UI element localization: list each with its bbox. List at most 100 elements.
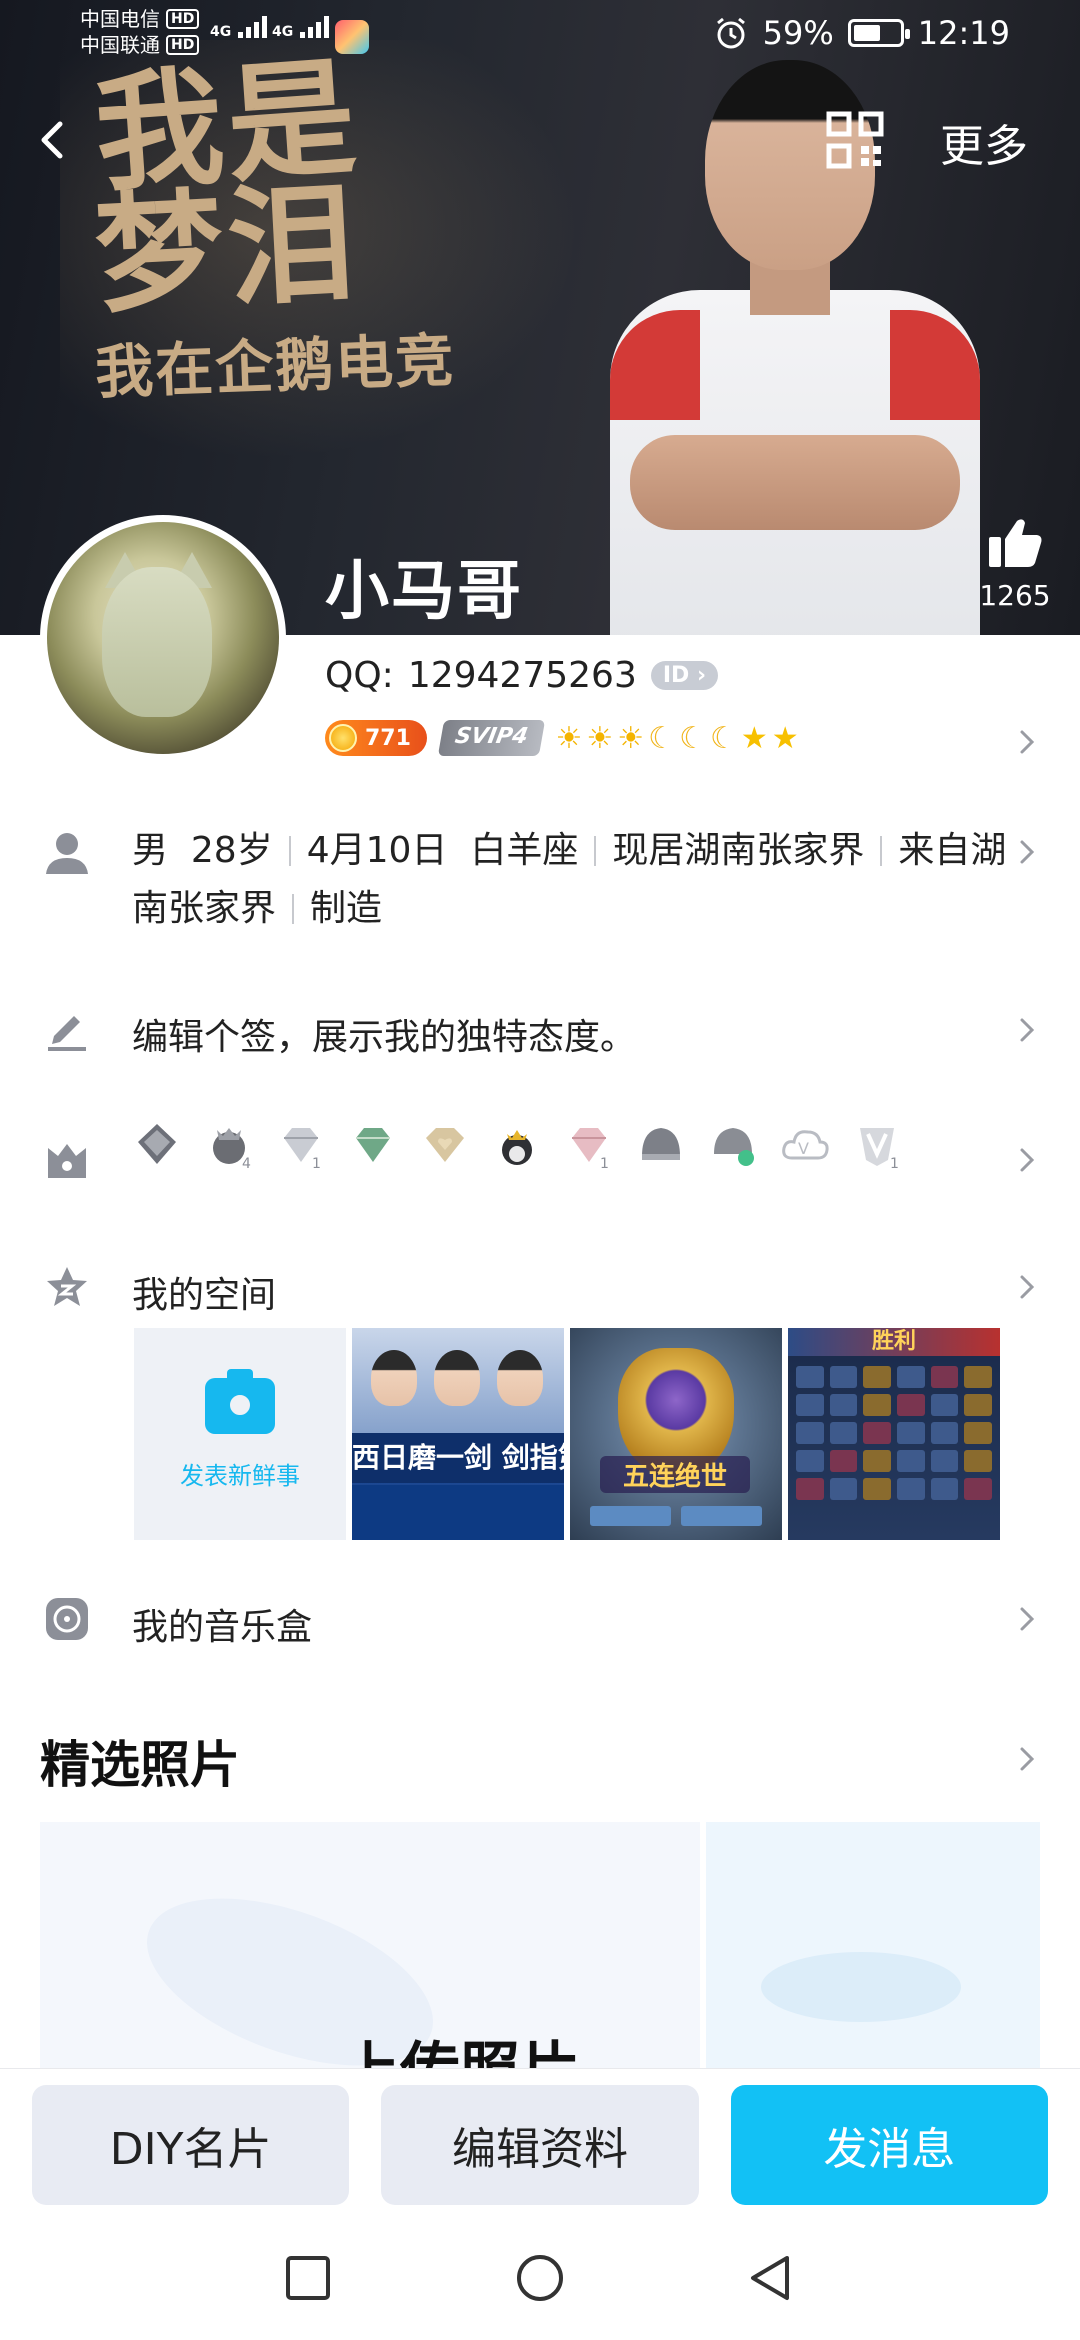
- music-disc-icon: [44, 1596, 90, 1642]
- thumbs-up-icon: [989, 519, 1042, 567]
- chevron-right-icon[interactable]: [1012, 1604, 1042, 1634]
- vip-badges-row[interactable]: 771 SVIP4 ☀ ☀ ☀ ☾ ☾ ☾ ★ ★: [325, 720, 799, 756]
- residence: 现居湖南张家界: [612, 830, 865, 871]
- signal-1-icon: 4G: [210, 14, 270, 40]
- qr-code-button[interactable]: [825, 110, 885, 170]
- photo-placeholder-card[interactable]: [706, 1822, 1040, 2080]
- banner-line2: 梦泪: [91, 167, 363, 332]
- moon-icon: ☾: [679, 720, 706, 756]
- status-bar: 中国电信 HD 中国联通 HD 4G 4G 59% 12:19: [0, 0, 1080, 70]
- age: 28岁: [190, 830, 273, 871]
- crown-penguin-medal-icon: [502, 1130, 532, 1165]
- home-circle-icon[interactable]: [515, 2253, 565, 2303]
- v-shield-medal-icon: 1: [860, 1128, 899, 1170]
- chevron-left-icon: [41, 121, 63, 159]
- banner-person-image: [590, 40, 990, 635]
- star-icon: ★: [771, 720, 799, 756]
- profile-nickname: 小马哥: [325, 555, 523, 629]
- app-notification-icon: [335, 20, 369, 54]
- chevron-right-icon[interactable]: [1012, 727, 1042, 757]
- crown-box-icon: [44, 1136, 90, 1182]
- sun-icon: ☀: [555, 720, 583, 756]
- back-button[interactable]: [24, 110, 84, 170]
- send-message-button[interactable]: 发消息: [730, 2085, 1048, 2205]
- camera-icon: [205, 1368, 275, 1434]
- fish-illustration: [761, 1952, 961, 2022]
- pink-diamond-medal-icon: 1: [572, 1128, 609, 1170]
- svg-text:4: 4: [242, 1156, 251, 1170]
- network-type-2: 4G: [272, 24, 294, 40]
- alarm-icon: [716, 17, 745, 49]
- clock: 12:19: [917, 14, 1010, 52]
- carrier-info: 中国电信 HD 中国联通 HD: [80, 6, 200, 58]
- chevron-right-icon[interactable]: [1012, 837, 1042, 867]
- signature-text[interactable]: 编辑个签，展示我的独特态度。: [132, 1008, 636, 1060]
- space-photo-2-caption: 五连绝世: [600, 1456, 750, 1493]
- recents-square-icon[interactable]: [283, 2253, 333, 2303]
- avatar[interactable]: [40, 515, 286, 761]
- qq-number: 1294275263: [407, 655, 637, 696]
- banner-line3: 我在企鹅电竞: [94, 326, 457, 407]
- medal-wall[interactable]: 4 1 1 V 1: [132, 1120, 902, 1170]
- upload-photo-card[interactable]: 上传照片: [40, 1822, 700, 2080]
- chevron-right-icon[interactable]: [1012, 1744, 1042, 1774]
- gray-helmet-medal-icon: [642, 1128, 680, 1160]
- space-photo-3-caption: 胜利: [788, 1328, 1000, 1356]
- penguin-diamond-medal-icon: [138, 1124, 176, 1164]
- edit-profile-button[interactable]: 编辑资料: [381, 2085, 699, 2205]
- qq-level-icons: ☀ ☀ ☀ ☾ ☾ ☾ ★ ★: [555, 721, 798, 756]
- diy-card-button[interactable]: DIY名片: [32, 2085, 350, 2205]
- person-icon: [44, 830, 90, 876]
- carrier-1: 中国电信: [80, 7, 160, 31]
- carrier-2: 中国联通: [80, 33, 160, 57]
- back-triangle-icon[interactable]: [745, 2253, 795, 2303]
- music-box-title[interactable]: 我的音乐盒: [132, 1598, 312, 1650]
- banner-calligraphy: 我是 梦泪 我在企鹅电竞: [90, 42, 535, 407]
- system-navigation-bar: [0, 2208, 1080, 2340]
- coin-badge: 771: [325, 720, 427, 756]
- qzone-star-icon: [44, 1264, 90, 1310]
- qq-label: QQ:: [325, 655, 394, 696]
- edit-pen-icon: [44, 1006, 90, 1052]
- post-new-button[interactable]: 发表新鲜事: [134, 1328, 346, 1540]
- post-new-label: 发表新鲜事: [180, 1461, 300, 1490]
- cloud-v-medal-icon: V: [782, 1130, 829, 1160]
- sun-icon: ☀: [617, 720, 645, 756]
- featured-photos-area[interactable]: 上传照片: [40, 1822, 1040, 2080]
- svg-text:1: 1: [600, 1156, 609, 1170]
- star-icon: ★: [740, 720, 768, 756]
- id-badge-label: ID: [662, 663, 690, 688]
- space-photo-1[interactable]: 西日磨一剑 剑指第四冠: [352, 1328, 564, 1540]
- more-button[interactable]: 更多: [940, 110, 1028, 174]
- birthday: 4月10日: [306, 830, 448, 871]
- avatar-image: [47, 522, 279, 754]
- gender: 男: [132, 830, 169, 871]
- bottom-action-bar: DIY名片 编辑资料 发消息: [0, 2068, 1080, 2208]
- chevron-right-icon[interactable]: [1012, 1145, 1042, 1175]
- space-photo-1-caption: 西日磨一剑 剑指第四冠: [352, 1433, 564, 1483]
- chevron-right-icon[interactable]: [1012, 1015, 1042, 1045]
- occupation: 制造: [310, 888, 383, 929]
- svg-text:1: 1: [890, 1156, 899, 1170]
- my-space-title[interactable]: 我的空间: [132, 1266, 276, 1318]
- sun-icon: ☀: [586, 720, 614, 756]
- heart-diamond-medal-icon: [426, 1128, 464, 1162]
- battery-icon: [847, 19, 910, 47]
- like-button[interactable]: 1265: [975, 515, 1055, 612]
- qq-number-line: QQ: 1294275263 ID ›: [325, 655, 719, 696]
- chevron-right-icon[interactable]: [1012, 1272, 1042, 1302]
- space-photo-3[interactable]: 胜利: [788, 1328, 1000, 1540]
- like-count: 1265: [979, 579, 1051, 612]
- network-type-1: 4G: [210, 24, 232, 40]
- space-photo-2[interactable]: 五连绝世: [570, 1328, 782, 1540]
- silver-diamond-medal-icon: 1: [284, 1128, 321, 1170]
- hd-badge-2: HD: [166, 35, 200, 55]
- svg-text:V: V: [798, 1139, 809, 1158]
- helmet-check-medal-icon: [714, 1128, 754, 1166]
- qr-code-icon: [826, 111, 884, 169]
- moon-icon: ☾: [648, 720, 676, 756]
- id-badge[interactable]: ID ›: [650, 661, 719, 690]
- zodiac: 白羊座: [470, 830, 579, 871]
- signal-2-icon: 4G: [272, 14, 332, 40]
- personal-info-text[interactable]: 男 28岁 4月10日 白羊座 现居湖南张家界 来自湖南张家界 制造: [132, 822, 1012, 938]
